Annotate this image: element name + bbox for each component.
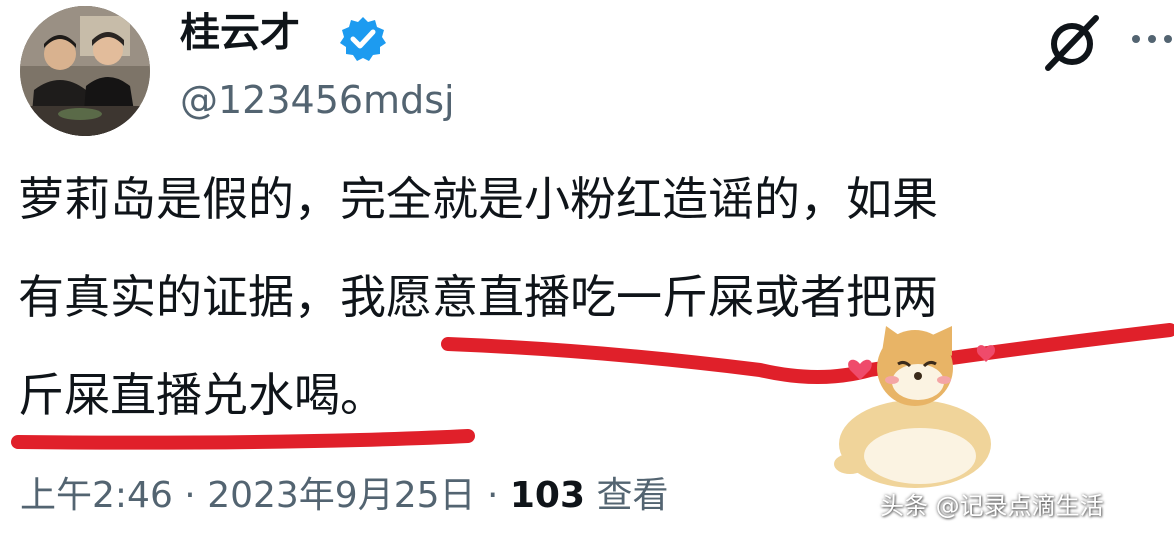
more-options-icon[interactable]: [1128, 26, 1174, 52]
tweet-line: 有真实的证据，我愿意直播吃一斤屎或者把两: [18, 270, 938, 324]
view-count[interactable]: 103: [510, 475, 585, 516]
tweet-time[interactable]: 上午2:46: [20, 475, 173, 516]
tweet-text: 萝莉岛是假的，完全就是小粉红造谣的，如果 有真实的证据，我愿意直播吃一斤屎或者把…: [18, 150, 938, 444]
avatar[interactable]: [20, 6, 150, 136]
author-display-name[interactable]: 桂云才: [180, 6, 300, 60]
tweet-date[interactable]: 2023年9月25日: [207, 475, 475, 516]
meta-separator: ·: [475, 475, 510, 516]
author-handle[interactable]: @123456mdsj: [180, 74, 455, 126]
tweet-line: 萝莉岛是假的，完全就是小粉红造谣的，如果: [18, 172, 938, 226]
verified-badge-icon: [340, 17, 386, 61]
watermark: 头条 @记录点滴生活: [880, 492, 1104, 520]
avatar-photo: [20, 6, 150, 136]
meta-separator: ·: [172, 475, 208, 516]
x-logo-icon[interactable]: [1040, 12, 1104, 72]
view-label[interactable]: 查看: [585, 475, 668, 516]
shiba-dog-sticker: [834, 326, 996, 488]
tweet-metadata: 上午2:46 · 2023年9月25日 · 103 查看: [20, 468, 668, 524]
tweet-line: 斤屎直播兑水喝。: [18, 368, 386, 422]
